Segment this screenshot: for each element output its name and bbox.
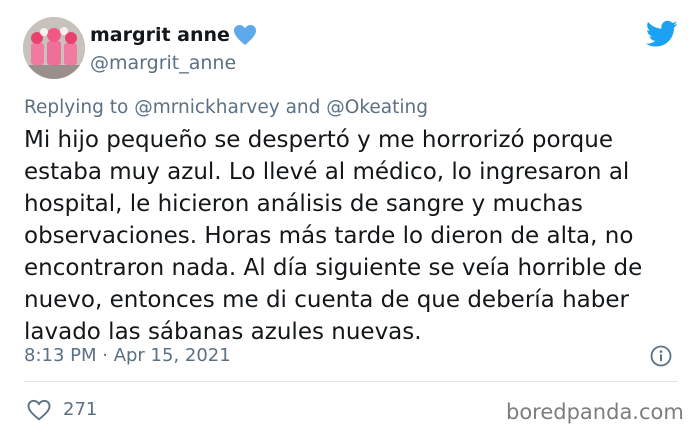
- tweet-text-line: nuevo, entonces me di cuenta de que debe…: [24, 287, 629, 313]
- tweet-text-line: observaciones. Horas más tarde lo dieron…: [24, 223, 634, 249]
- tweet-text-line: lavado las sábanas azules nuevas.: [24, 319, 422, 345]
- tweet-text-line: encontraron nada. Al día siguiente se ve…: [24, 255, 643, 281]
- divider: [24, 381, 678, 382]
- avatar-image: [23, 17, 85, 79]
- watermark: boredpanda.com: [506, 400, 684, 424]
- twitter-bird-icon[interactable]: [646, 20, 678, 48]
- tweet-card: margrit anne @margrit_anne Replying to @…: [0, 0, 700, 436]
- display-name[interactable]: margrit anne: [90, 24, 257, 46]
- reply-conjunction: and: [285, 97, 321, 118]
- tweet-text: Mi hijo pequeño se despertó y me horrori…: [24, 124, 684, 348]
- blue-heart-icon: [233, 25, 256, 45]
- mention-link[interactable]: @Okeating: [326, 97, 428, 118]
- display-name-text: margrit anne: [90, 24, 230, 46]
- replying-to: Replying to @mrnickharvey and @Okeating: [24, 97, 428, 118]
- avatar[interactable]: [23, 17, 85, 79]
- reply-prefix: Replying to: [24, 97, 129, 118]
- like-count: 271: [63, 399, 98, 420]
- heart-icon[interactable]: [27, 399, 51, 421]
- tweet-text-line: hospital, le hicieron análisis de sangre…: [24, 191, 583, 217]
- tweet-text-line: Mi hijo pequeño se despertó y me horrori…: [24, 127, 613, 153]
- mention-link[interactable]: @mrnickharvey: [134, 97, 280, 118]
- info-icon[interactable]: [650, 345, 672, 367]
- tweet-timestamp[interactable]: 8:13 PM · Apr 15, 2021: [24, 345, 231, 366]
- tweet-text-line: estaba muy azul. Lo llevé al médico, lo …: [24, 159, 630, 185]
- user-handle[interactable]: @margrit_anne: [90, 52, 236, 74]
